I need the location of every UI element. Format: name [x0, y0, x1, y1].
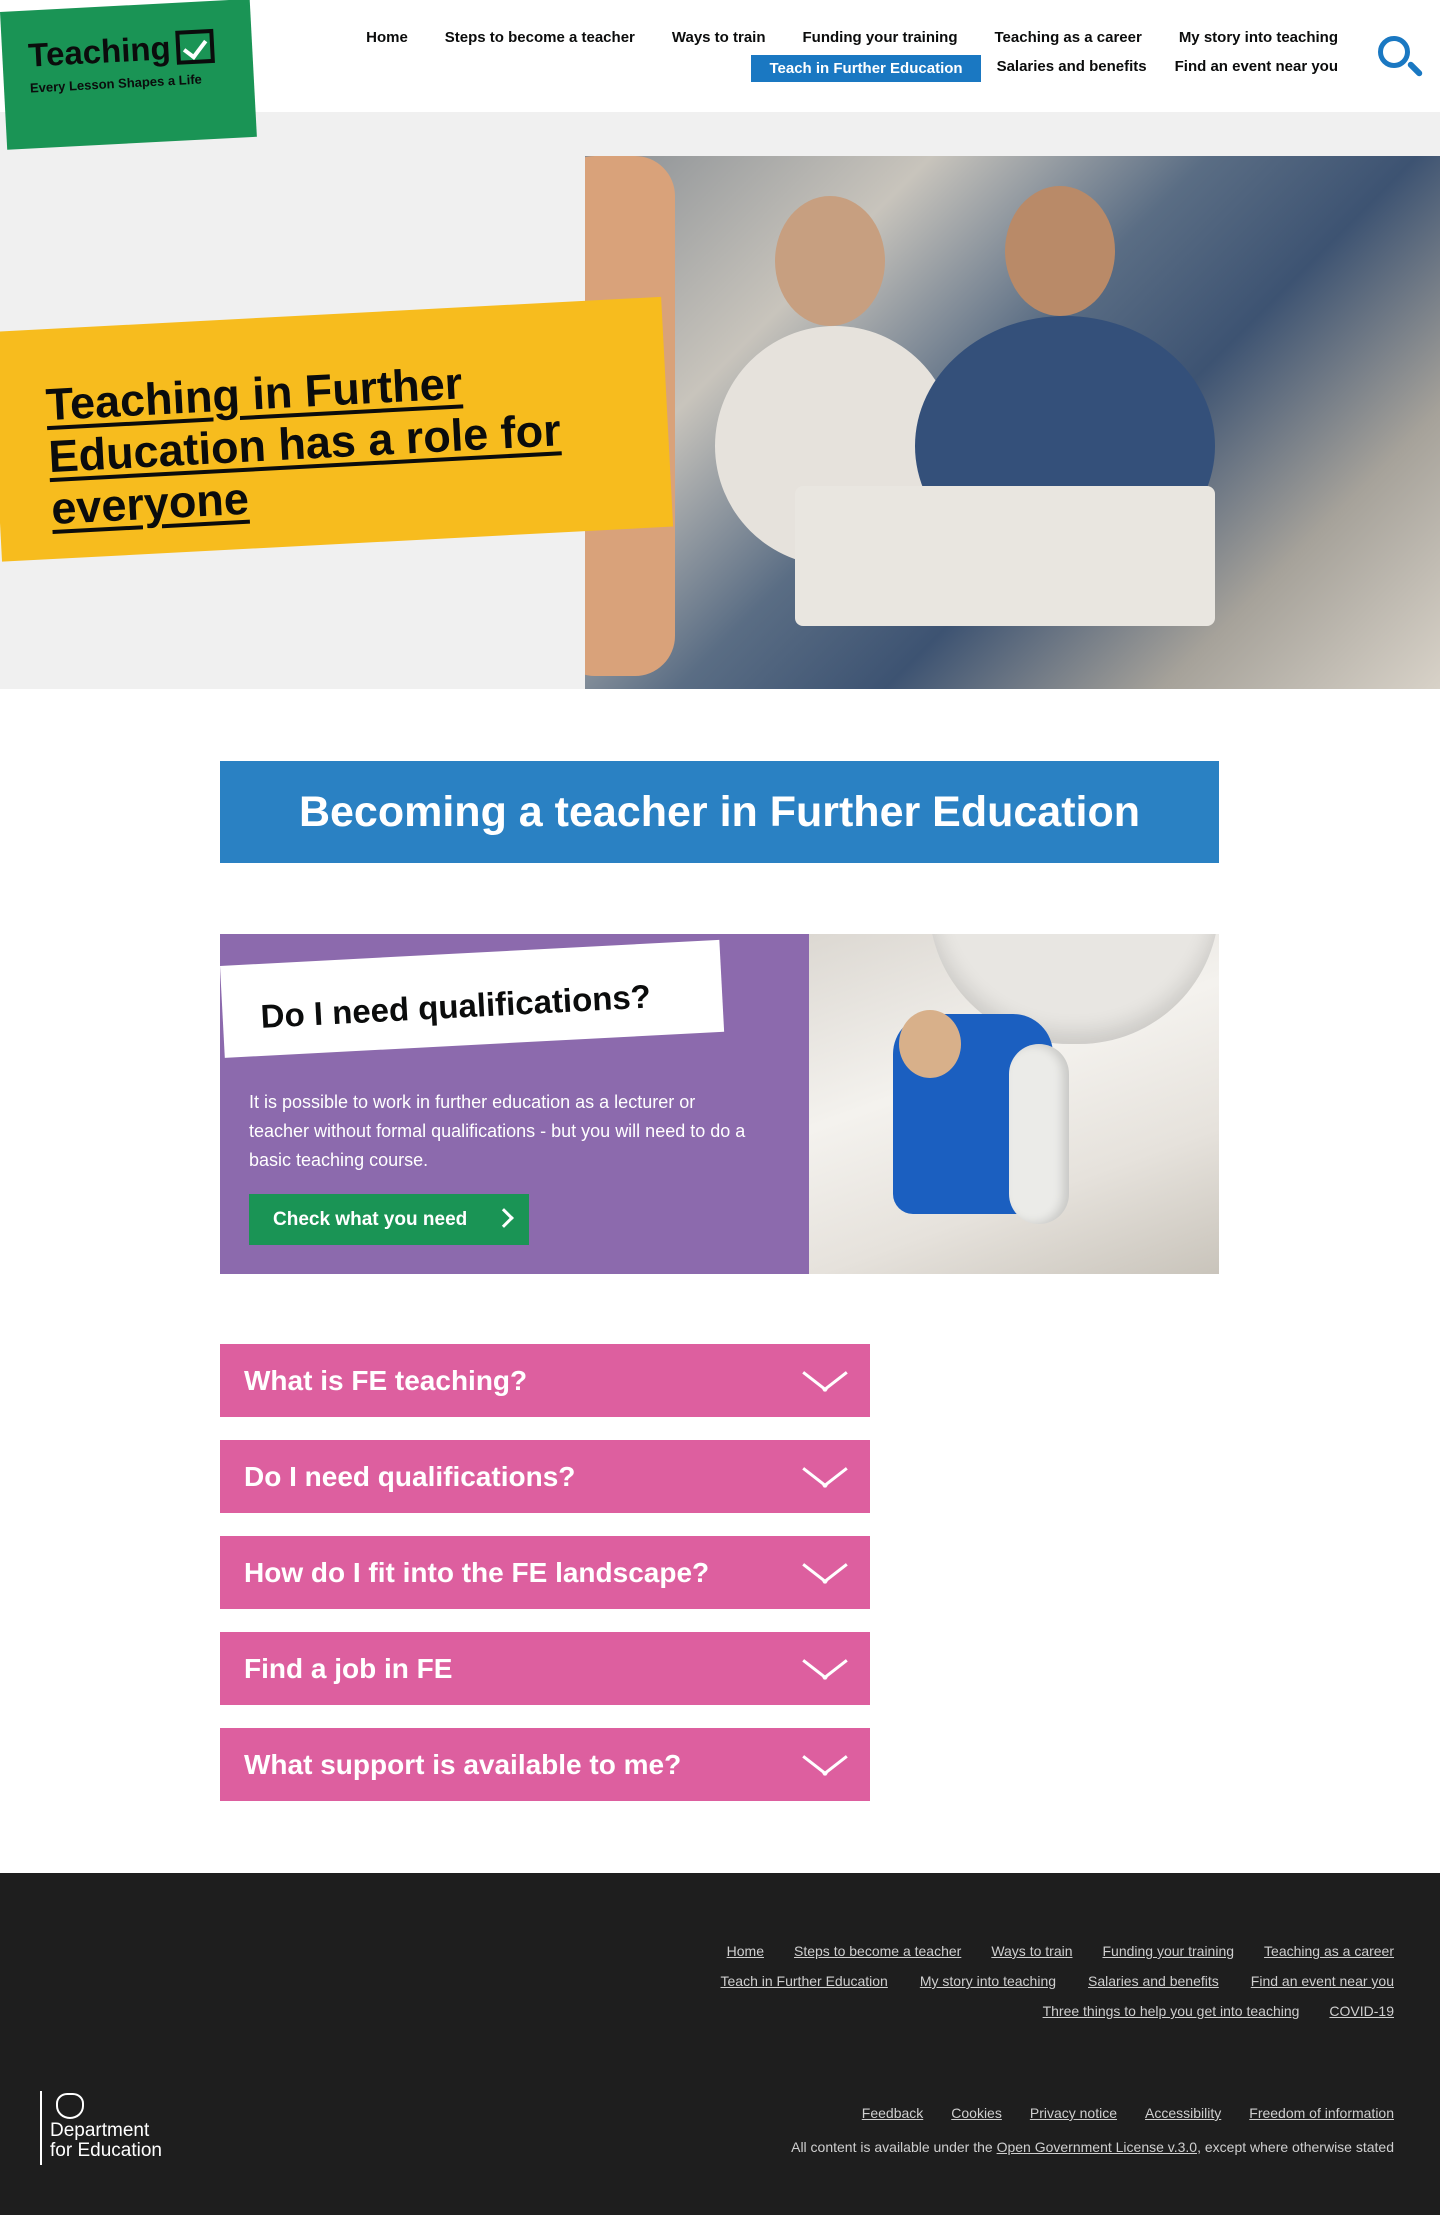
accordion-item-what-is-fe[interactable]: What is FE teaching? [220, 1344, 870, 1417]
faq-accordion: What is FE teaching? Do I need qualifica… [220, 1344, 870, 1824]
accordion-item-find-job[interactable]: Find a job in FE [220, 1632, 870, 1705]
main-navigation: Home Steps to become a teacher Ways to t… [310, 26, 1350, 82]
nav-steps[interactable]: Steps to become a teacher [433, 26, 647, 49]
chevron-down-icon [802, 1358, 848, 1404]
hero: Teaching in Further Education has a role… [0, 112, 1440, 689]
accordion-item-support[interactable]: What support is available to me? [220, 1728, 870, 1801]
search-ring [1378, 36, 1410, 68]
nav-funding[interactable]: Funding your training [791, 26, 970, 49]
logo-tagline: Every Lesson Shapes a Life [29, 71, 203, 96]
nav-home[interactable]: Home [354, 26, 420, 49]
accordion-item-fe-landscape[interactable]: How do I fit into the FE landscape? [220, 1536, 870, 1609]
logo-word-text: Teaching [27, 29, 172, 74]
nav-my-story[interactable]: My story into teaching [1167, 26, 1350, 49]
license-prefix: All content is available under the [791, 2139, 993, 2155]
footer-link-further-education[interactable]: Teach in Further Education [721, 1973, 888, 1989]
logo-wordmark: Teaching [27, 25, 253, 75]
nav-salaries[interactable]: Salaries and benefits [985, 55, 1159, 82]
accordion-label: What is FE teaching? [244, 1364, 528, 1396]
footer-legal-links: Feedback Cookies Privacy notice Accessib… [494, 2105, 1394, 2135]
checkmark-icon [175, 28, 216, 65]
license-suffix: except where otherwise stated [1204, 2139, 1394, 2155]
nav-find-event[interactable]: Find an event near you [1163, 55, 1350, 82]
hero-heading: Teaching in Further Education has a role… [44, 357, 562, 534]
footer-link-privacy[interactable]: Privacy notice [1030, 2105, 1117, 2121]
footer-link-ways-to-train[interactable]: Ways to train [991, 1943, 1072, 1959]
chevron-down-icon [802, 1454, 848, 1500]
footer-link-career[interactable]: Teaching as a career [1264, 1943, 1394, 1959]
footer-links: Home Steps to become a teacher Ways to t… [494, 1943, 1394, 2033]
site-header: Teaching Every Lesson Shapes a Life Home… [0, 0, 1440, 150]
plumber-image [809, 934, 1219, 1274]
qualifications-card: Do I need qualifications? It is possible… [220, 934, 1219, 1274]
nav-career[interactable]: Teaching as a career [983, 26, 1154, 49]
footer-link-covid[interactable]: COVID-19 [1329, 2003, 1394, 2019]
license-statement: All content is available under the Open … [791, 2139, 1394, 2155]
footer-link-salaries[interactable]: Salaries and benefits [1088, 1973, 1219, 1989]
site-footer: Home Steps to become a teacher Ways to t… [0, 1873, 1440, 2215]
license-link[interactable]: Open Government License v.3.0, [997, 2139, 1201, 2155]
accordion-label: Find a job in FE [244, 1652, 453, 1684]
search-icon[interactable] [1378, 36, 1424, 80]
check-what-you-need-button[interactable]: Check what you need [249, 1194, 529, 1245]
hero-image-classroom [585, 156, 1440, 689]
chevron-down-icon [802, 1646, 848, 1692]
main-content: Becoming a teacher in Further Education … [0, 689, 1440, 1873]
nav-further-education[interactable]: Teach in Further Education [751, 55, 981, 82]
dfe-name-line1: Department [50, 2120, 150, 2141]
footer-link-steps[interactable]: Steps to become a teacher [794, 1943, 961, 1959]
accordion-item-qualifications[interactable]: Do I need qualifications? [220, 1440, 870, 1513]
hero-banner: Teaching in Further Education has a role… [0, 296, 674, 562]
button-label: Check what you need [273, 1208, 468, 1230]
royal-crest-icon [50, 2091, 86, 2119]
accordion-label: Do I need qualifications? [244, 1460, 576, 1492]
teaching-logo[interactable]: Teaching Every Lesson Shapes a Life [0, 0, 257, 150]
chevron-down-icon [802, 1550, 848, 1596]
footer-link-foi[interactable]: Freedom of information [1249, 2105, 1394, 2121]
footer-link-home[interactable]: Home [727, 1943, 764, 1959]
footer-link-my-story[interactable]: My story into teaching [920, 1973, 1056, 1989]
dfe-logo[interactable]: Department for Education [40, 2091, 162, 2165]
dfe-name-line2: for Education [50, 2140, 162, 2161]
search-handle [1406, 60, 1424, 78]
nav-ways-to-train[interactable]: Ways to train [660, 26, 778, 49]
chevron-down-icon [802, 1742, 848, 1788]
footer-link-feedback[interactable]: Feedback [862, 2105, 923, 2121]
accordion-label: How do I fit into the FE landscape? [244, 1556, 710, 1588]
footer-link-accessibility[interactable]: Accessibility [1145, 2105, 1221, 2121]
card-text: It is possible to work in further educat… [249, 1092, 746, 1170]
footer-link-three-things[interactable]: Three things to help you get into teachi… [1043, 2003, 1300, 2019]
page-title: Becoming a teacher in Further Education [220, 761, 1219, 863]
footer-link-funding[interactable]: Funding your training [1103, 1943, 1235, 1959]
footer-link-cookies[interactable]: Cookies [951, 2105, 1002, 2121]
card-heading: Do I need qualifications? [220, 939, 725, 1058]
chevron-right-icon [494, 1208, 514, 1228]
accordion-label: What support is available to me? [244, 1748, 682, 1780]
footer-link-find-event[interactable]: Find an event near you [1251, 1973, 1394, 1989]
